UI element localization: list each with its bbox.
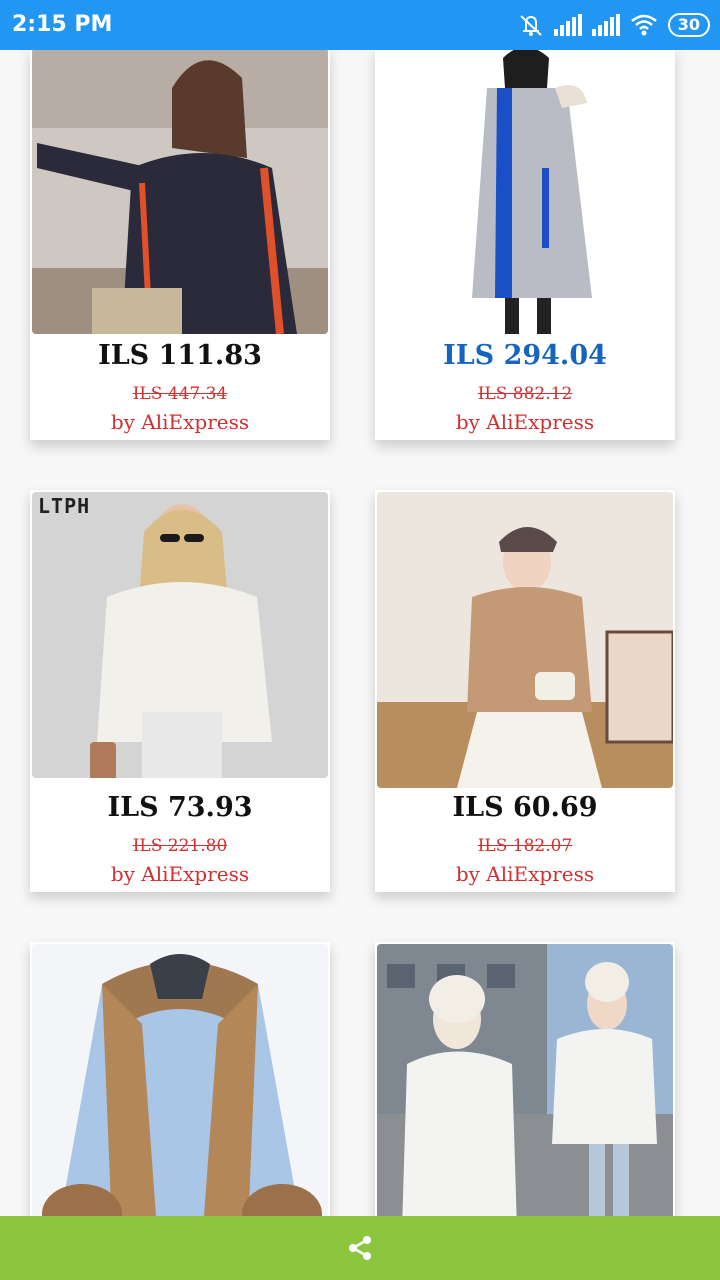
seller-label[interactable]: by AliExpress <box>375 410 675 434</box>
product-image[interactable] <box>377 492 673 788</box>
product-price: ILS 294.04 <box>443 340 607 371</box>
status-icons: 30 <box>518 11 710 39</box>
product-price: ILS 60.69 <box>452 792 598 823</box>
signal-icon <box>591 14 620 36</box>
seller-label[interactable]: by AliExpress <box>375 862 675 886</box>
product-card[interactable]: ILS 294.04 ILS 882.12 by AliExpress <box>375 50 675 440</box>
product-card[interactable]: ILS 60.69 ILS 182.07 by AliExpress <box>375 490 675 892</box>
product-price: ILS 73.93 <box>107 792 253 823</box>
seller-label[interactable]: by AliExpress <box>30 410 330 434</box>
product-image[interactable] <box>377 50 673 334</box>
status-bar: 2:15 PM 30 <box>0 0 720 50</box>
wifi-icon <box>630 14 657 36</box>
share-icon[interactable] <box>346 1234 374 1262</box>
product-image[interactable] <box>32 50 328 334</box>
product-card[interactable]: LTPH ILS 73.93 ILS 221.80 by AliExpress <box>30 490 330 892</box>
original-price: ILS 221.80 <box>132 836 228 856</box>
product-image[interactable] <box>32 944 328 1216</box>
mute-icon <box>520 15 542 36</box>
bottom-bar <box>0 1216 720 1280</box>
product-card[interactable]: ILS 111.83 ILS 447.34 by AliExpress <box>30 50 330 440</box>
original-price: ILS 182.07 <box>477 836 573 856</box>
original-price: ILS 447.34 <box>132 384 228 404</box>
product-price: ILS 111.83 <box>98 340 262 371</box>
product-card[interactable] <box>30 942 330 1216</box>
signal-icon <box>553 14 582 36</box>
product-grid: ILS 111.83 ILS 447.34 by AliExpress ILS … <box>0 50 720 1216</box>
original-price: ILS 882.12 <box>477 384 573 404</box>
battery-icon: 30 <box>667 13 710 37</box>
image-brand-text: LTPH <box>38 494 91 518</box>
product-image[interactable]: LTPH <box>32 492 328 778</box>
product-image[interactable] <box>377 944 673 1216</box>
product-card[interactable] <box>375 942 675 1216</box>
clock: 2:15 PM <box>12 12 113 37</box>
seller-label[interactable]: by AliExpress <box>30 862 330 886</box>
